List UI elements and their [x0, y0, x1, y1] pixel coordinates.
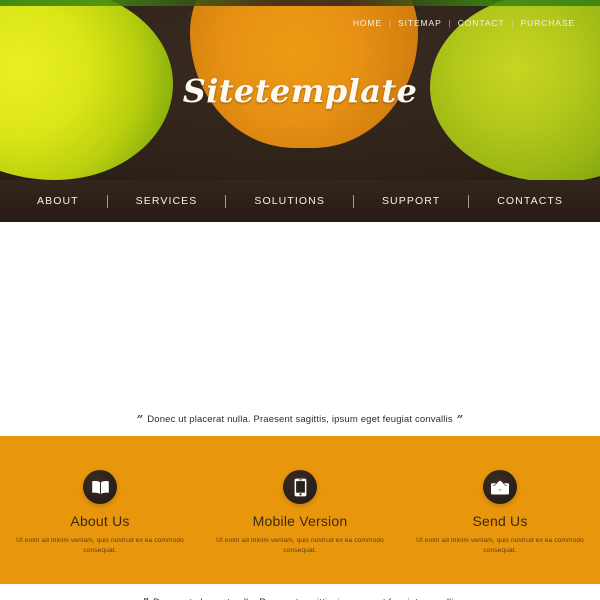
nav-separator	[468, 194, 470, 208]
quote-open-mark: ”	[139, 596, 153, 600]
nav-item-about[interactable]: ABOUT	[9, 196, 107, 207]
top-nav-separator: |	[448, 19, 451, 28]
feature-title: Send Us	[472, 513, 528, 529]
nav-item-support[interactable]: SUPPORT	[354, 196, 468, 207]
quote-text: ”Donec ut placerat nulla. Praesent sagit…	[133, 412, 467, 427]
envelope-icon	[483, 470, 517, 504]
top-nav-item-sitemap[interactable]: SITEMAP	[391, 19, 449, 28]
nav-item-services[interactable]: SERVICES	[108, 196, 226, 207]
top-nav-item-purchase[interactable]: PURCHASE	[514, 19, 582, 28]
quote-band-secondary: ”Donec ut placerat nulla. Praesent sagit…	[0, 584, 600, 600]
feature-card-send-us[interactable]: Send Us Ut enim ad minim veniam, quis no…	[400, 470, 600, 584]
features-section-primary: About Us Ut enim ad minim veniam, quis n…	[0, 436, 600, 584]
top-nav-separator: |	[511, 19, 514, 28]
main-navigation: ABOUT SERVICES SOLUTIONS SUPPORT CONTACT…	[0, 180, 600, 222]
quote-open-mark: ”	[136, 412, 144, 426]
feature-body: Ut enim ad minim veniam, quis nostrud ex…	[16, 537, 184, 555]
nav-item-contacts[interactable]: CONTACTS	[469, 196, 591, 207]
top-nav-item-contact[interactable]: CONTACT	[451, 19, 512, 28]
top-nav-item-home[interactable]: HOME	[346, 19, 389, 28]
quote-text: ”Donec ut placerat nulla. Praesent sagit…	[139, 595, 462, 600]
feature-title: About Us	[70, 513, 130, 529]
nav-separator	[352, 194, 354, 208]
top-nav-separator: |	[388, 19, 392, 28]
feature-title: Mobile Version	[252, 513, 348, 529]
book-icon	[83, 470, 117, 504]
nav-separator	[225, 194, 227, 208]
feature-body: Ut enim ad minim veniam, quis nostrud ex…	[416, 537, 584, 555]
website-template-page: HOME | SITEMAP | CONTACT | PURCHASE Site…	[0, 0, 600, 600]
header-top-edge-glow	[0, 0, 600, 6]
feature-card-mobile-version[interactable]: Mobile Version Ut enim ad minim veniam, …	[200, 470, 400, 584]
top-navigation: HOME | SITEMAP | CONTACT | PURCHASE	[346, 19, 582, 28]
quote-band-primary: ” Donec ut placerat nulla. Praesent sagit…	[0, 402, 600, 436]
site-header: HOME | SITEMAP | CONTACT | PURCHASE Site…	[0, 0, 600, 180]
feature-card-about-us[interactable]: About Us Ut enim ad minim veniam, quis n…	[0, 470, 200, 584]
mobile-phone-icon	[283, 470, 317, 504]
quote-line: Donec ut placerat nulla. Praesent sagitt…	[147, 413, 453, 425]
nav-separator	[106, 194, 108, 208]
nav-item-solutions[interactable]: SOLUTIONS	[226, 196, 353, 207]
site-logo[interactable]: Sitetemplate	[0, 72, 600, 110]
quote-close-mark: ”	[456, 412, 464, 426]
feature-body: Ut enim ad minim veniam, quis nostrud ex…	[216, 537, 384, 555]
